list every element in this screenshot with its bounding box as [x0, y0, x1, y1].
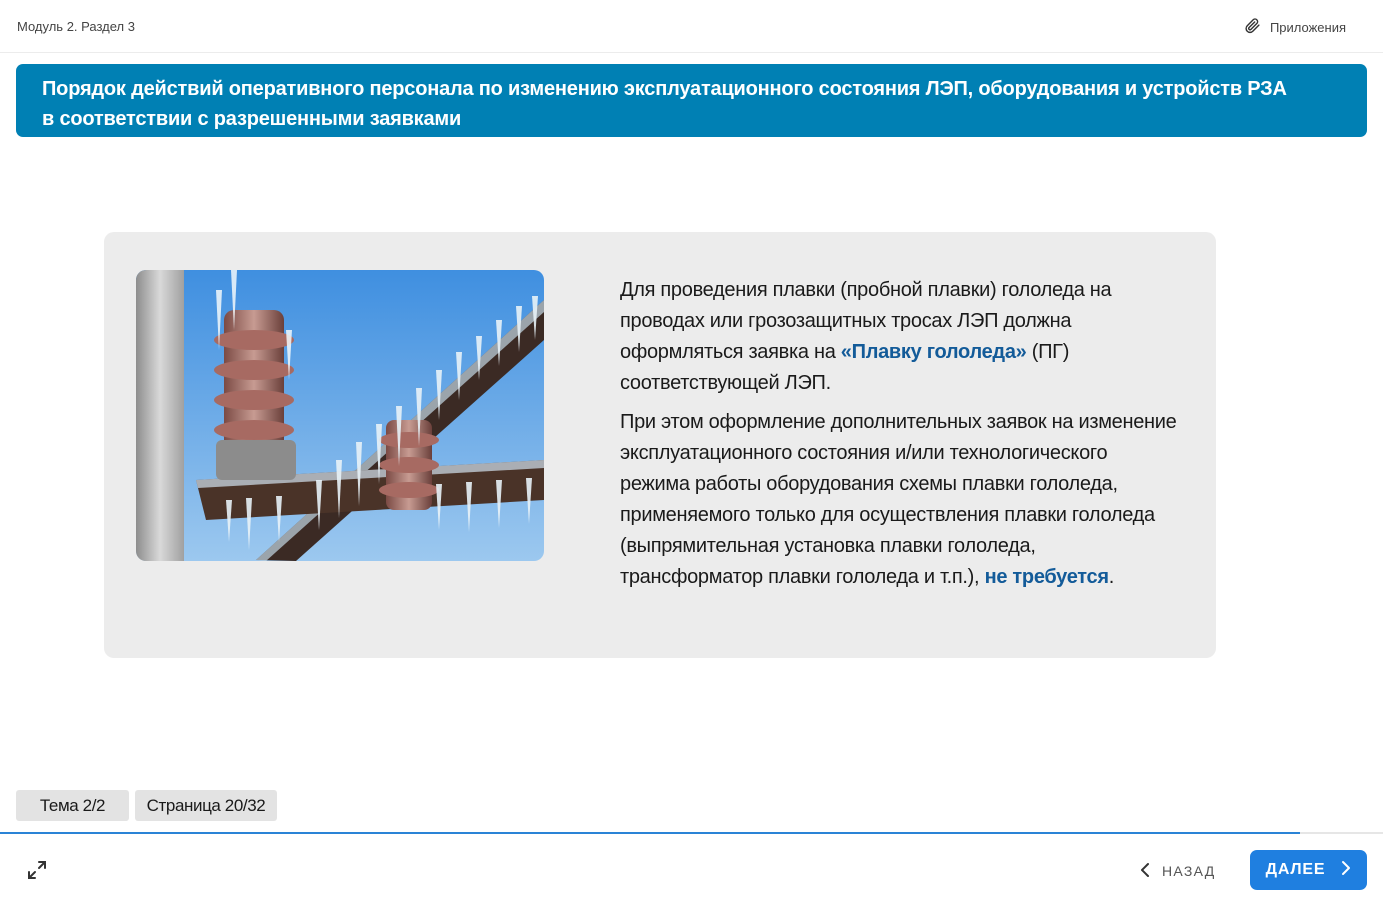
- attachments-button[interactable]: Приложения: [1244, 17, 1346, 37]
- paragraph-2-text: При этом оформление дополнительных заяво…: [620, 411, 1177, 588]
- fullscreen-button[interactable]: [27, 860, 47, 880]
- chevron-right-icon: [1341, 860, 1351, 881]
- next-button[interactable]: ДАЛЕЕ: [1250, 850, 1367, 890]
- progress-fill: [0, 832, 1301, 834]
- back-label: НАЗАД: [1162, 863, 1216, 879]
- page-counter: Страница 20/32: [135, 790, 277, 821]
- topic-counter: Тема 2/2: [16, 790, 129, 821]
- page-title-banner: Порядок действий оперативного персонала …: [16, 64, 1367, 137]
- content-text: Для проведения плавки (пробной плавки) г…: [620, 275, 1180, 601]
- course-page: Модуль 2. Раздел 3 Приложения Порядок де…: [0, 0, 1383, 905]
- paragraph-2: При этом оформление дополнительных заяво…: [620, 407, 1180, 593]
- back-button[interactable]: НАЗАД: [1140, 857, 1216, 885]
- next-label: ДАЛЕЕ: [1265, 861, 1326, 878]
- chevron-left-icon: [1140, 862, 1150, 881]
- content-card: Для проведения плавки (пробной плавки) г…: [104, 232, 1216, 658]
- paragraph-2-end: .: [1108, 566, 1115, 588]
- highlight-ice-melting-request: «Плавку гололеда»: [840, 341, 1027, 363]
- attachments-label: Приложения: [1269, 19, 1346, 35]
- paperclip-icon: [1244, 17, 1261, 37]
- breadcrumb: Модуль 2. Раздел 3: [17, 19, 135, 34]
- expand-icon: [27, 861, 47, 884]
- top-bar: Модуль 2. Раздел 3 Приложения: [0, 0, 1383, 53]
- highlight-not-required: не требуется: [984, 566, 1109, 588]
- iced-insulators-photo: [136, 270, 544, 561]
- progress-bar: [0, 832, 1383, 834]
- paragraph-1: Для проведения плавки (пробной плавки) г…: [620, 275, 1180, 399]
- page-title-line-2: в соответствии с разрешенными заявками: [42, 108, 462, 130]
- page-title-line-1: Порядок действий оперативного персонала …: [42, 78, 1287, 100]
